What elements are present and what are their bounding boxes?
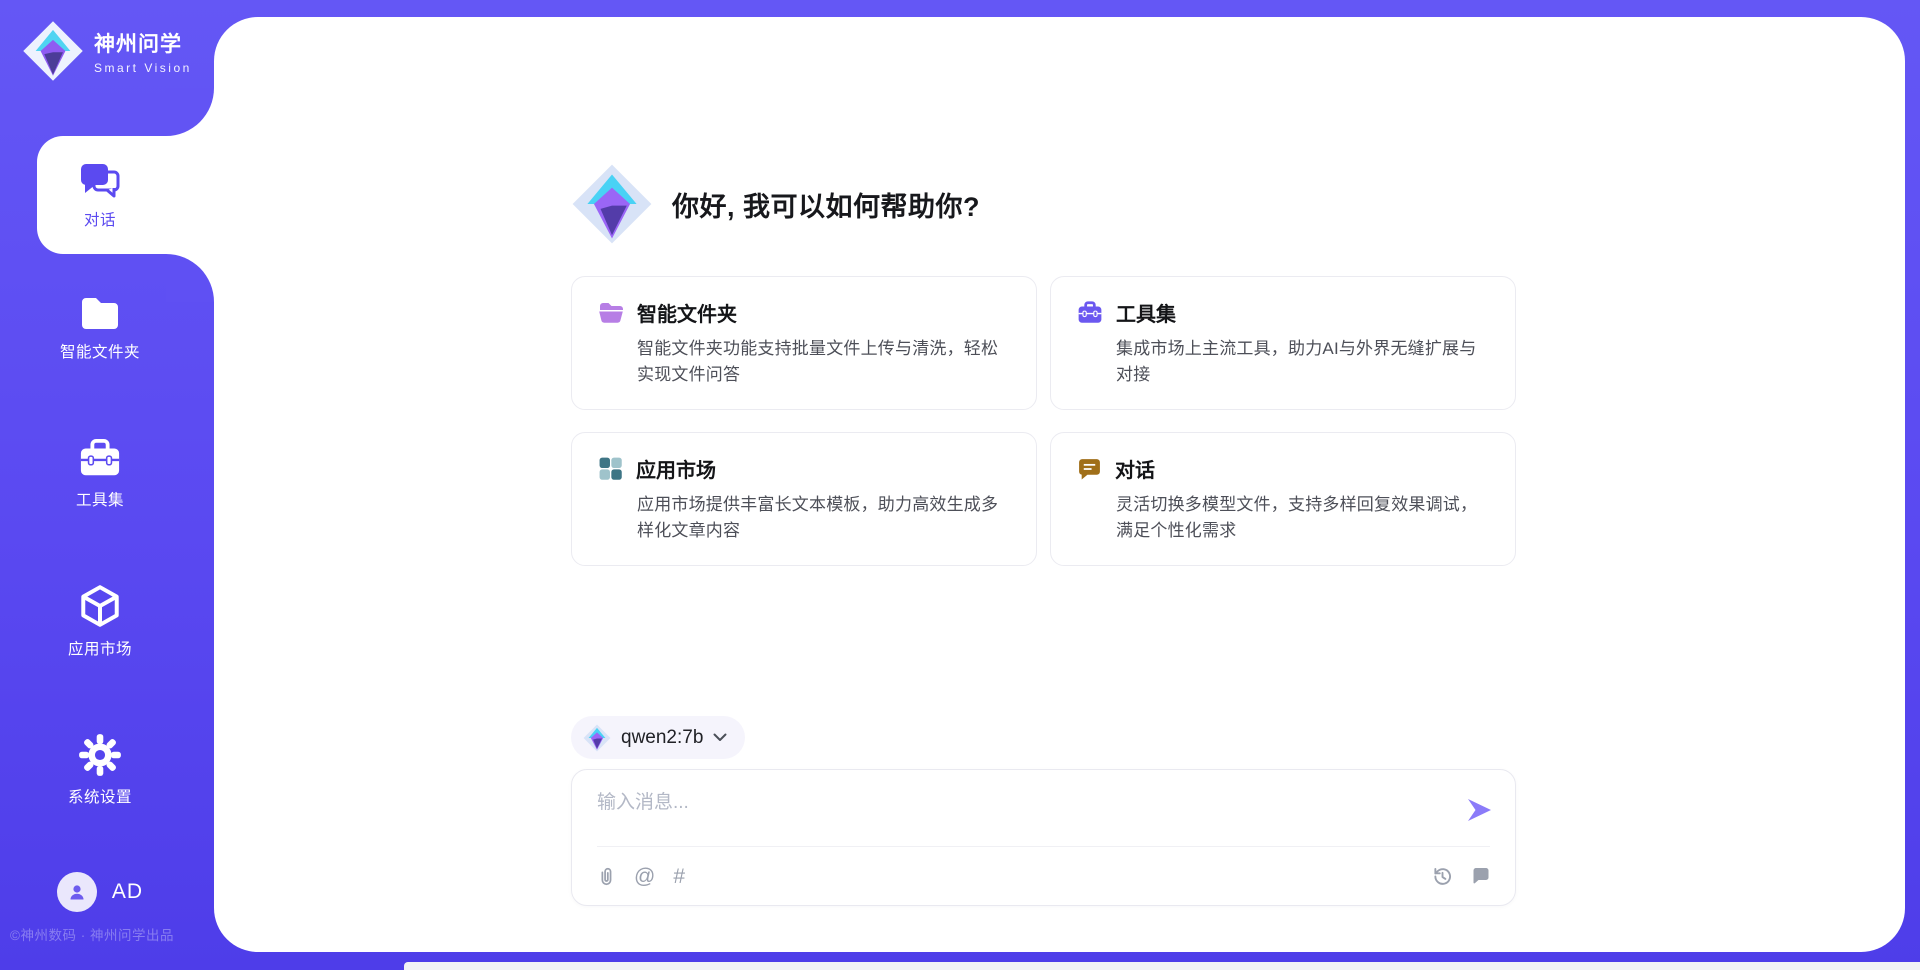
grid-icon	[598, 456, 623, 481]
sidebar-item-tools[interactable]: 工具集	[0, 438, 200, 510]
person-icon	[65, 880, 89, 904]
chat-home-content: 你好, 我可以如何帮助你? 智能文件夹 智能文件夹功能支持批量文件上传与清洗，轻…	[571, 163, 1516, 245]
folder-icon	[598, 301, 624, 325]
sidebar-item-label: 智能文件夹	[60, 340, 140, 362]
sidebar-item-chat-inner: 对话	[37, 136, 163, 254]
hash-icon[interactable]: #	[673, 866, 685, 887]
sidebar-item-chat[interactable]: 对话	[37, 136, 214, 254]
cube-icon	[77, 583, 123, 629]
card-toolset[interactable]: 工具集 集成市场上主流工具，助力AI与外界无缝扩展与对接	[1050, 276, 1516, 410]
brand-name: 神州问学	[94, 28, 192, 58]
chat-bubbles-icon	[78, 161, 122, 201]
toolbox-icon	[1077, 301, 1103, 325]
chat-bubble-icon	[1077, 457, 1102, 481]
sidebar-item-market[interactable]: 应用市场	[0, 583, 200, 659]
greeting: 你好, 我可以如何帮助你?	[571, 163, 1516, 245]
sidebar-item-folder[interactable]: 智能文件夹	[0, 294, 200, 362]
card-desc: 应用市场提供丰富长文本模板，助力高效生成多样化文章内容	[637, 492, 1010, 543]
user-name: AD	[112, 880, 143, 904]
card-chat[interactable]: 对话 灵活切换多模型文件，支持多样回复效果调试，满足个性化需求	[1050, 432, 1516, 566]
avatar	[57, 872, 97, 912]
user-profile[interactable]: AD	[0, 872, 200, 912]
card-head: 应用市场	[598, 454, 1010, 483]
card-head: 智能文件夹	[598, 298, 1010, 327]
model-name: qwen2:7b	[621, 727, 703, 749]
sidebar-item-label: 对话	[84, 208, 116, 230]
app: 神州问学 Smart Vision 对话	[0, 0, 1920, 970]
card-smart-folder[interactable]: 智能文件夹 智能文件夹功能支持批量文件上传与清洗，轻松实现文件问答	[571, 276, 1037, 410]
brand-text: 神州问学 Smart Vision	[94, 28, 192, 75]
tab-fillet-top	[166, 88, 214, 136]
card-head: 对话	[1077, 454, 1489, 483]
chevron-down-icon	[713, 733, 727, 742]
sidebar-item-label: 工具集	[76, 488, 124, 510]
toolbox-icon	[77, 438, 123, 480]
card-title: 应用市场	[636, 454, 716, 483]
model-selector[interactable]: qwen2:7b	[571, 716, 745, 759]
sidebar-item-label: 系统设置	[68, 785, 132, 807]
card-title: 工具集	[1116, 298, 1176, 327]
card-title: 对话	[1115, 454, 1155, 483]
composer-tools-right	[1432, 866, 1491, 887]
paperclip-icon[interactable]	[596, 865, 616, 888]
card-desc: 集成市场上主流工具，助力AI与外界无缝扩展与对接	[1116, 336, 1489, 387]
sidebar-item-label: 应用市场	[68, 637, 132, 659]
message-input[interactable]	[597, 788, 1427, 818]
sidebar-item-settings[interactable]: 系统设置	[0, 733, 200, 807]
brand: 神州问学 Smart Vision	[22, 20, 192, 82]
card-desc: 灵活切换多模型文件，支持多样回复效果调试，满足个性化需求	[1116, 492, 1489, 543]
send-button[interactable]	[1465, 797, 1493, 823]
horizontal-scrollbar[interactable]	[404, 962, 1920, 970]
card-app-market[interactable]: 应用市场 应用市场提供丰富长文本模板，助力高效生成多样化文章内容	[571, 432, 1037, 566]
send-icon	[1465, 797, 1493, 823]
brand-diamond-logo-icon	[22, 20, 84, 82]
chat-bubble-icon[interactable]	[1471, 866, 1491, 886]
feature-cards: 智能文件夹 智能文件夹功能支持批量文件上传与清洗，轻松实现文件问答	[571, 276, 1516, 566]
history-icon[interactable]	[1432, 866, 1453, 887]
composer: @ #	[571, 769, 1516, 906]
composer-tools-left: @ #	[596, 865, 685, 888]
folder-icon	[78, 294, 122, 332]
card-desc: 智能文件夹功能支持批量文件上传与清洗，轻松实现文件问答	[637, 336, 1010, 387]
card-title: 智能文件夹	[637, 298, 737, 327]
diamond-logo-icon	[571, 163, 653, 245]
gear-icon	[78, 733, 122, 777]
at-icon[interactable]: @	[634, 866, 655, 887]
sidebar: 神州问学 Smart Vision 对话	[0, 0, 214, 970]
greeting-title: 你好, 我可以如何帮助你?	[672, 185, 980, 224]
composer-toolbar: @ #	[572, 847, 1515, 905]
diamond-logo-icon	[583, 724, 611, 752]
card-head: 工具集	[1077, 298, 1489, 327]
copyright: ©神州数码 · 神州问学出品	[10, 924, 210, 944]
brand-subtitle: Smart Vision	[94, 61, 192, 75]
